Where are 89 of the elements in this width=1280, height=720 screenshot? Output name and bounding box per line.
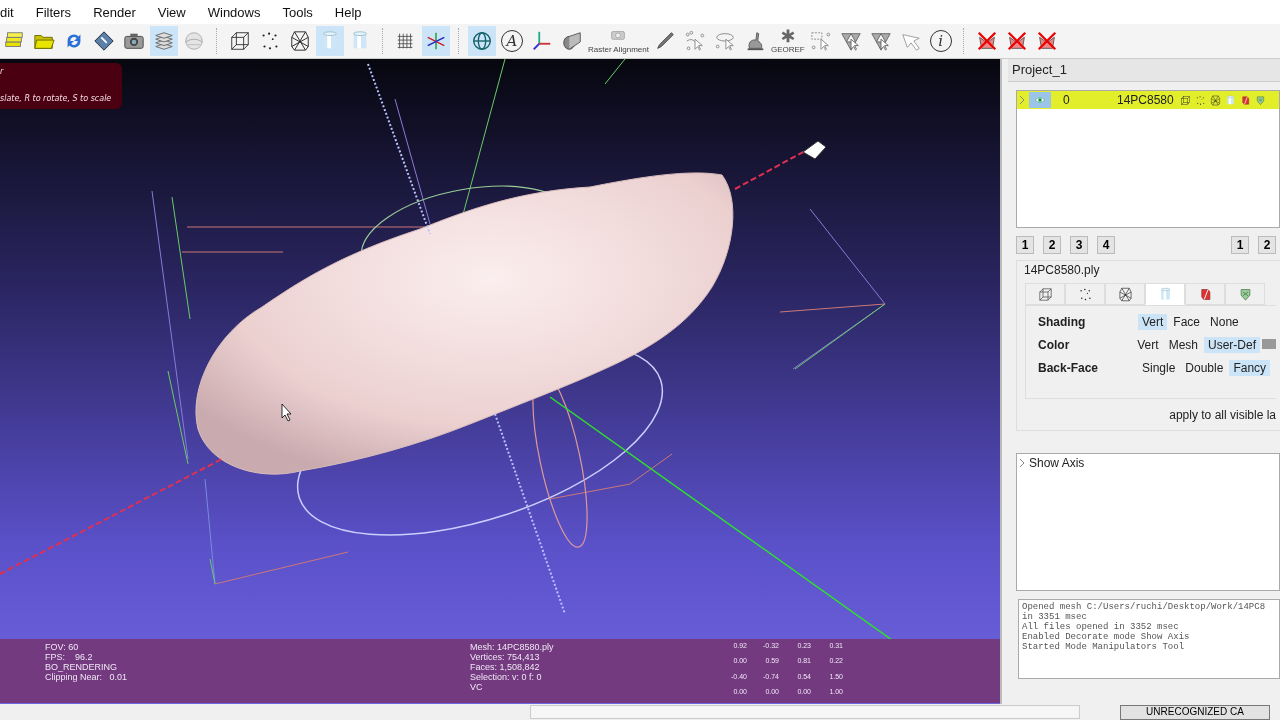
layer-name: 14PC8580 <box>1117 93 1174 107</box>
info-text: VC <box>470 682 484 692</box>
rectangle-select-icon <box>809 30 832 52</box>
cube-icon <box>229 30 251 52</box>
points-icon <box>259 30 281 52</box>
3d-viewport[interactable] <box>0 59 1002 704</box>
info-text: Vertices: 754,413 <box>470 652 541 662</box>
option-toggle[interactable]: Vert <box>1138 314 1168 330</box>
option-toggle[interactable]: Fancy <box>1229 360 1271 376</box>
option-toggle[interactable]: Mesh <box>1164 337 1202 353</box>
info-text: Selection: v: 0 f: 0 <box>470 672 543 682</box>
option-toggle[interactable]: Face <box>1169 314 1205 330</box>
menu-item[interactable]: Tools <box>282 4 313 20</box>
log-line: Opened mesh C:/Users/ruchi/Desktop/Work/14PC8 <box>1022 602 1267 612</box>
option-toggle[interactable]: None <box>1206 314 1243 330</box>
toolbar-button[interactable]: GEOREF <box>770 26 805 56</box>
log-line: Enabled Decorate mode Show Axis <box>1022 632 1191 642</box>
option-toggle[interactable]: User-Def <box>1204 337 1260 353</box>
info-text: Clipping Near: 0.01 <box>45 672 129 682</box>
point-select-icon <box>683 30 706 52</box>
info-text: FPS: 96.2 <box>45 652 94 662</box>
manipulator-handle-icon[interactable] <box>802 140 827 160</box>
render-tab[interactable] <box>1185 283 1225 305</box>
axes-icon <box>425 30 447 52</box>
status-button[interactable]: UNRECOGNIZED CA <box>1120 704 1270 720</box>
menu-item[interactable]: View <box>157 4 186 20</box>
hint-title: r <box>0 67 5 76</box>
menu-item[interactable]: dit <box>0 4 14 20</box>
toolbar-button[interactable]: Raster Alignment <box>588 26 649 56</box>
color-swatch[interactable] <box>1262 339 1276 349</box>
render-tab[interactable] <box>1105 283 1145 305</box>
decorator-name: Show Axis <box>1029 456 1085 470</box>
globe-icon <box>471 30 493 52</box>
render-tab[interactable] <box>1025 283 1065 305</box>
shield-icon[interactable] <box>1254 94 1266 106</box>
toolbar-button[interactable] <box>422 26 450 56</box>
layer-index: 0 <box>1063 93 1071 107</box>
option-toggle[interactable]: Single <box>1138 360 1180 376</box>
log-line: in 3351 msec <box>1022 612 1088 622</box>
cube-icon <box>1037 286 1053 302</box>
cursor-icon <box>281 403 292 422</box>
view-button[interactable]: 2 <box>1043 236 1061 254</box>
info-text: Mesh: 14PC8580.ply <box>470 642 555 652</box>
wireframe-icon <box>1117 286 1133 302</box>
globe-icon <box>183 30 205 52</box>
option-toggle[interactable]: Double <box>1181 360 1228 376</box>
info-text: FOV: 60 <box>45 642 80 652</box>
cross-icon <box>1005 30 1028 52</box>
tree-item[interactable]: Show Axis <box>1017 454 1279 472</box>
option-label: Back-Face <box>1038 361 1100 375</box>
hint-text: slate, R to rotate, S to scale <box>0 94 113 103</box>
apply-checkbox-label[interactable]: apply to all visible la <box>1169 408 1276 422</box>
option-label: Color <box>1038 338 1071 352</box>
render-tab[interactable] <box>1225 283 1265 305</box>
log-line: All files opened in 3352 msec <box>1022 622 1180 632</box>
wireframe-icon[interactable] <box>1209 94 1221 106</box>
menu-item[interactable]: Filters <box>35 4 72 20</box>
view-button[interactable]: 1 <box>1016 236 1034 254</box>
group-title: 14PC8580.ply <box>1024 263 1101 277</box>
info-text: BO_RENDERING <box>45 662 118 672</box>
cross-icon <box>1035 30 1058 52</box>
cube-icon[interactable] <box>1179 94 1191 106</box>
triangle-select-icon <box>839 30 862 52</box>
menu-item[interactable]: Render <box>93 4 136 20</box>
axes-icon <box>531 30 553 52</box>
wireframe-icon <box>289 30 311 52</box>
info-text: Faces: 1,508,842 <box>470 662 541 672</box>
menu-item[interactable]: Windows <box>207 4 261 20</box>
view-button[interactable]: 4 <box>1097 236 1115 254</box>
shield-icon <box>1237 286 1253 302</box>
project-title: Project_1 <box>1008 59 1280 82</box>
eye-icon <box>1032 94 1048 106</box>
cross-icon <box>975 30 998 52</box>
prism-icon[interactable] <box>1239 94 1251 106</box>
points-icon[interactable] <box>1194 94 1206 106</box>
ellipse-select-icon <box>713 30 736 52</box>
log-line: Started Mode Manipulators Tool <box>1022 642 1186 652</box>
menu-item[interactable]: Help <box>334 4 362 20</box>
triangle-select-icon <box>869 30 892 52</box>
layer-row[interactable]: 0 14PC8580 <box>1017 91 1279 109</box>
points-icon <box>1077 286 1093 302</box>
view-button[interactable]: 1 <box>1231 236 1249 254</box>
view-button[interactable]: 3 <box>1070 236 1088 254</box>
option-toggle[interactable]: Vert <box>1133 337 1163 353</box>
toolbar-button[interactable] <box>468 26 496 56</box>
visibility-toggle[interactable] <box>1029 92 1051 108</box>
view-button[interactable]: 2 <box>1258 236 1276 254</box>
layers-icon <box>153 30 175 52</box>
option-label: Shading <box>1038 315 1087 329</box>
